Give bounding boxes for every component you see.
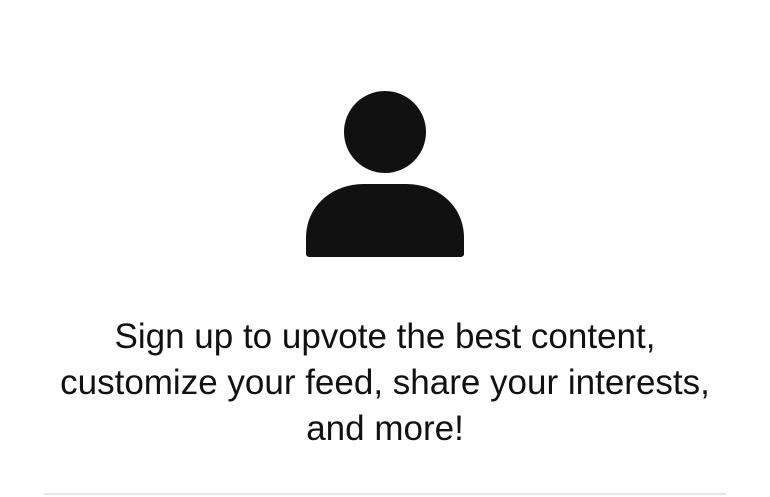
signup-message: Sign up to upvote the best content, cust… [60, 317, 710, 448]
user-avatar-icon [306, 91, 464, 257]
signup-prompt-panel: Sign up to upvote the best content, cust… [0, 0, 770, 497]
divider [44, 493, 726, 495]
